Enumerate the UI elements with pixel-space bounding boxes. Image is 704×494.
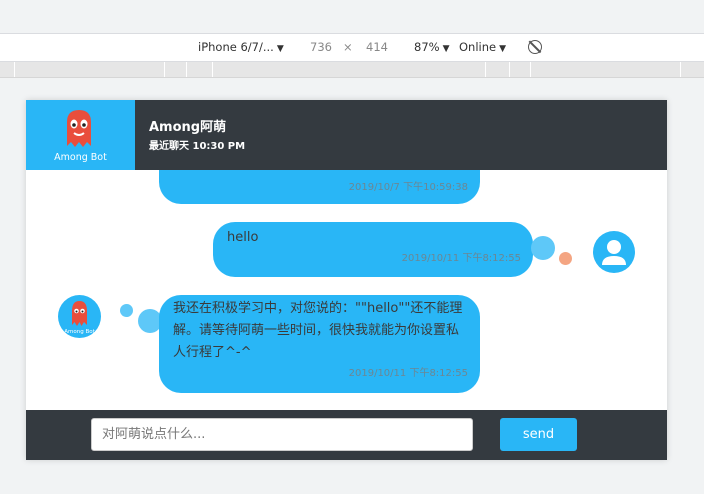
zoom-select[interactable]: 87% ▼: [414, 40, 449, 54]
network-select[interactable]: Online ▼: [459, 40, 506, 54]
device-toolbar: iPhone 6/7/... ▼ 736 × 414 87% ▼ Online ▼: [0, 33, 704, 62]
chevron-down-icon: ▼: [499, 44, 507, 54]
network-label: Online: [459, 40, 497, 54]
bubble-tail-dot: [120, 304, 133, 317]
bot-message-bubble: 2019/10/7 下午10:59:38: [159, 170, 480, 204]
bubble-tail-dot: [531, 236, 555, 260]
send-button[interactable]: send: [500, 418, 577, 451]
message-time: 2019/10/11 下午8:12:55: [348, 368, 468, 379]
bot-avatar: Among Bot: [58, 295, 101, 338]
chevron-down-icon: ▼: [276, 44, 284, 54]
rotate-icon[interactable]: [528, 40, 542, 54]
height-field[interactable]: 414: [366, 40, 388, 54]
message-input[interactable]: [91, 418, 473, 451]
chat-app: Among Bot Among阿萌 最近聊天 10:30 PM 2019/10/…: [26, 100, 667, 460]
zoom-label: 87%: [414, 40, 440, 54]
message-text: hello: [227, 230, 259, 245]
width-field[interactable]: 736: [310, 40, 332, 54]
message-list[interactable]: 2019/10/7 下午10:59:38 hello 2019/10/11 下午…: [26, 170, 667, 410]
brand-logo: Among Bot: [26, 100, 135, 170]
device-select[interactable]: iPhone 6/7/... ▼: [198, 40, 284, 54]
brand-name: Among Bot: [54, 152, 107, 163]
chat-subtitle: 最近聊天 10:30 PM: [149, 141, 246, 152]
chevron-down-icon: ▼: [442, 44, 450, 54]
user-avatar: [593, 231, 635, 273]
chat-header: Among Bot Among阿萌 最近聊天 10:30 PM: [26, 100, 667, 170]
ghost-icon: Among Bot: [64, 301, 96, 335]
chat-title: Among阿萌: [149, 120, 227, 135]
bubble-tail-dot: [559, 252, 572, 265]
device-label: iPhone 6/7/...: [198, 40, 274, 54]
message-time: 2019/10/7 下午10:59:38: [348, 182, 468, 193]
input-bar: send: [26, 410, 667, 460]
user-icon: [602, 240, 626, 265]
ghost-icon: [67, 110, 91, 147]
bot-message-bubble: 我还在积极学习中，对您说的：""hello""还不能理解。请等待阿萌一些时间，很…: [159, 295, 480, 393]
media-query-ruler: [0, 62, 704, 78]
user-message-bubble: hello 2019/10/11 下午8:12:55: [213, 222, 533, 277]
devtools-top-strip: [0, 0, 704, 28]
dimension-separator: ×: [343, 40, 353, 54]
message-time: 2019/10/11 下午8:12:55: [401, 253, 521, 264]
message-text: 我还在积极学习中，对您说的：""hello""还不能理解。请等待阿萌一些时间，很…: [173, 301, 463, 360]
bot-avatar-label: Among Bot: [64, 329, 95, 335]
